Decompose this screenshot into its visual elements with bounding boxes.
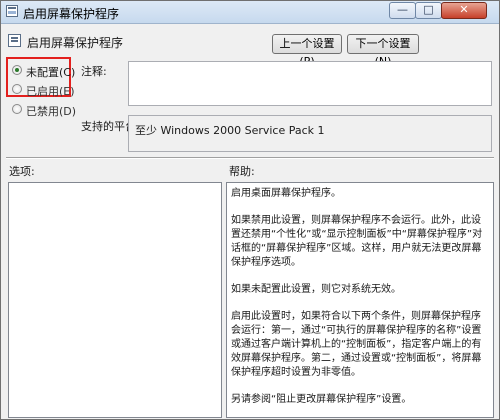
previous-setting-button[interactable]: 上一个设置(P) <box>272 34 342 68</box>
help-paragraph: 另请参阅“阻止更改屏幕保护程序”设置。 <box>231 394 412 405</box>
radio-disabled[interactable]: 已禁用(D) <box>12 103 92 118</box>
window-title: 启用屏幕保护程序 <box>23 7 120 21</box>
setting-icon <box>8 34 21 47</box>
title-bar[interactable]: 启用屏幕保护程序 — □ ✕ <box>1 1 499 24</box>
help-paragraph: 启用此设置时，如果符合以下两个条件，则屏幕保护程序会运行：第一，通过“可执行的屏… <box>231 311 482 378</box>
options-label: 选项: <box>9 165 35 178</box>
platform-value: 至少 Windows 2000 Service Pack 1 <box>128 115 492 152</box>
help-paragraph: 如果禁用此设置，则屏幕保护程序不会运行。此外，此设置还禁用“个性化”或“显示控制… <box>231 215 483 268</box>
radio-dot[interactable] <box>12 104 22 114</box>
policy-icon <box>6 5 18 17</box>
close-button[interactable]: ✕ <box>441 2 487 19</box>
help-paragraph: 如果未配置此设置，则它对系统无效。 <box>231 284 401 295</box>
radio-enabled[interactable]: 已启用(E) <box>12 83 92 98</box>
divider <box>6 157 494 159</box>
maximize-button[interactable]: □ <box>415 2 442 19</box>
help-label: 帮助: <box>229 165 255 178</box>
help-panel[interactable]: 启用桌面屏幕保护程序。 如果禁用此设置，则屏幕保护程序不会运行。此外，此设置还禁… <box>226 182 494 418</box>
minimize-button[interactable]: — <box>389 2 416 19</box>
radio-label: 已禁用(D) <box>26 105 77 118</box>
comment-label: 注释: <box>81 65 107 78</box>
radio-dot[interactable] <box>12 84 22 94</box>
policy-window: 启用屏幕保护程序 — □ ✕ 启用屏幕保护程序 上一个设置(P) 下一个设置(N… <box>0 0 500 420</box>
options-panel[interactable] <box>8 182 222 418</box>
next-setting-button[interactable]: 下一个设置(N) <box>347 34 419 68</box>
comment-textbox[interactable] <box>128 61 492 106</box>
radio-label: 已启用(E) <box>26 85 75 98</box>
setting-name: 启用屏幕保护程序 <box>27 36 124 50</box>
radio-dot[interactable] <box>12 65 22 75</box>
help-paragraph: 启用桌面屏幕保护程序。 <box>231 188 341 199</box>
radio-label: 未配置(C) <box>26 66 76 79</box>
radio-not-configured[interactable]: 未配置(C) <box>12 64 92 79</box>
